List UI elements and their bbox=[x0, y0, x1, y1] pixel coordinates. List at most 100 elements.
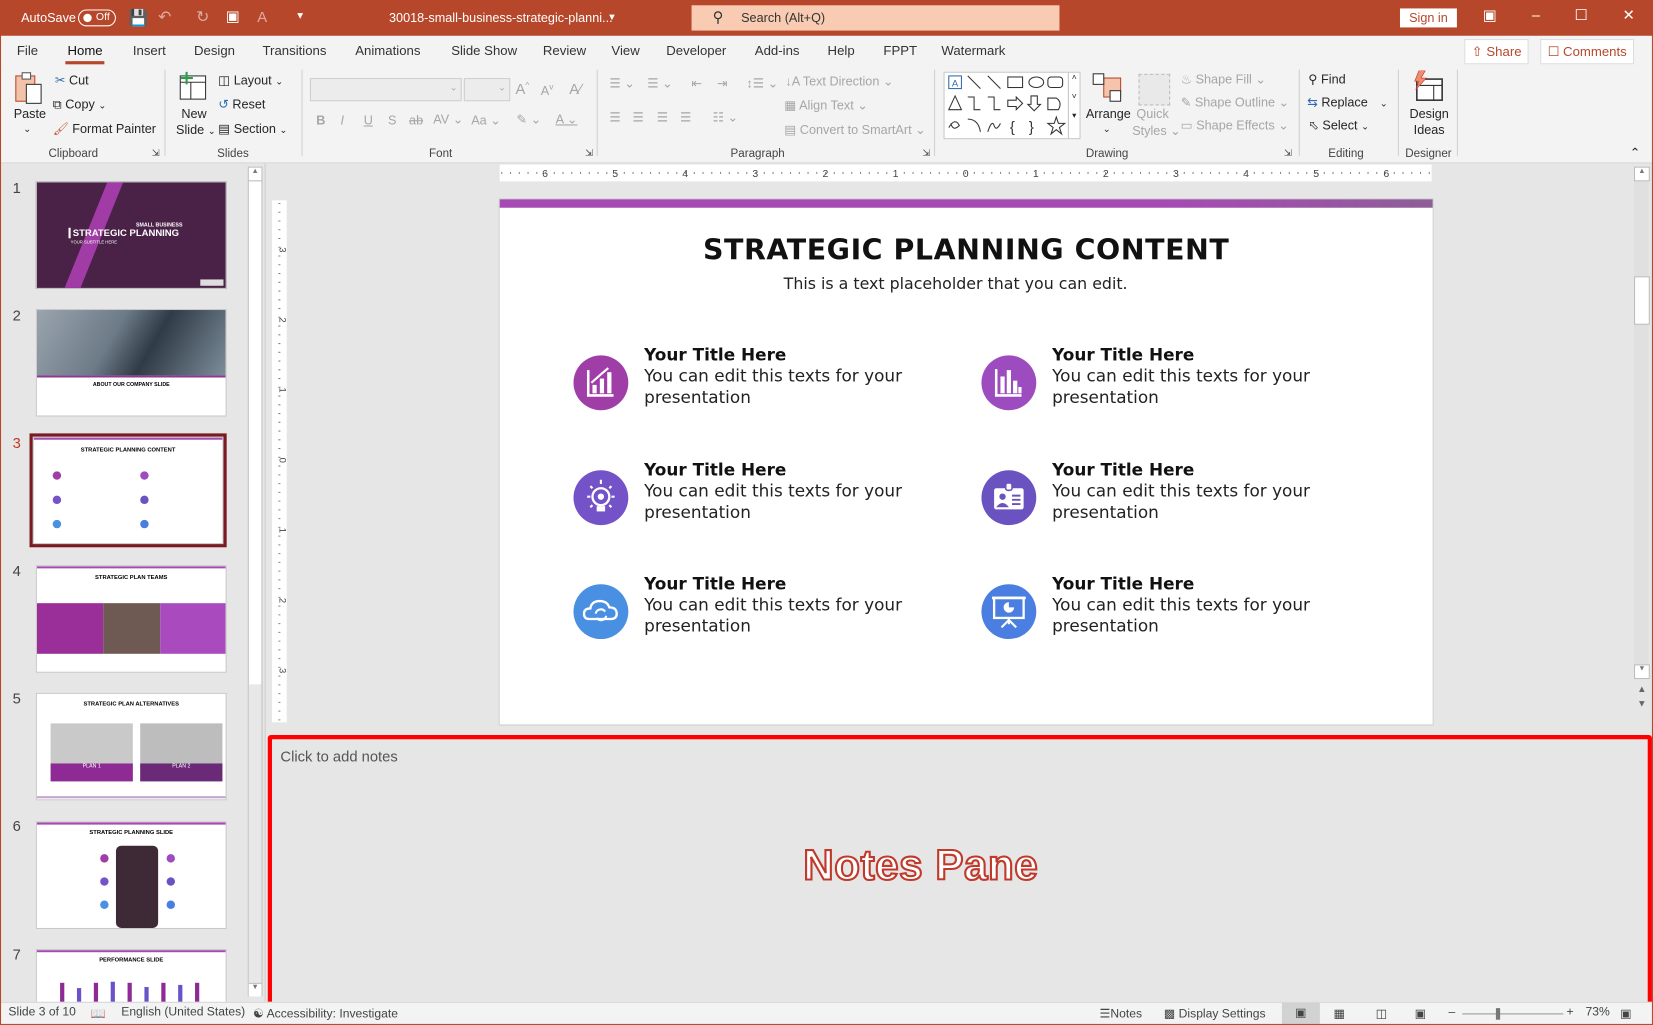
paste-icon[interactable] bbox=[13, 72, 45, 106]
copy-button[interactable]: ⧉ Copy ⌄ bbox=[53, 97, 107, 113]
content-item[interactable]: Your Title Here You can edit this texts … bbox=[573, 460, 931, 534]
save-icon[interactable]: 💾 bbox=[129, 8, 149, 27]
font-dialog-launcher-icon[interactable]: ⇲ bbox=[585, 148, 593, 160]
align-left-button[interactable]: ☰ bbox=[609, 110, 620, 125]
font-size-combo[interactable]: ⌄ bbox=[463, 78, 511, 102]
slide-thumbnail-2[interactable]: ABOUT OUR COMPANY SLIDE bbox=[35, 308, 227, 417]
paragraph-dialog-launcher-icon[interactable]: ⇲ bbox=[922, 148, 930, 160]
text-direction-button[interactable]: ↓A Text Direction ⌄ bbox=[785, 74, 893, 89]
tab-help[interactable]: Help bbox=[828, 43, 855, 58]
shape-fill-button[interactable]: ♨ Shape Fill ⌄ bbox=[1181, 72, 1266, 87]
notes-placeholder[interactable]: Click to add notes bbox=[280, 748, 397, 765]
slide-subtitle[interactable]: This is a text placeholder that you can … bbox=[500, 274, 1412, 293]
increase-indent-button[interactable]: ⇥ bbox=[717, 76, 728, 91]
format-painter-button[interactable]: 🖌 Format Painter bbox=[53, 121, 156, 136]
increase-font-size-button[interactable]: A^ bbox=[516, 80, 530, 97]
font-color-button[interactable]: A ⌄ bbox=[556, 112, 578, 127]
content-item[interactable]: Your Title Here You can edit this texts … bbox=[981, 460, 1339, 534]
text-shadow-button[interactable]: S bbox=[388, 113, 396, 128]
zoom-slider[interactable] bbox=[1462, 1008, 1564, 1020]
autosave-toggle[interactable]: Off bbox=[78, 9, 116, 27]
tab-watermark[interactable]: Watermark bbox=[941, 43, 1005, 58]
close-button[interactable]: ✕ bbox=[1613, 6, 1645, 27]
tab-design[interactable]: Design bbox=[194, 43, 235, 58]
replace-button[interactable]: ⇆ Replace ⌄ bbox=[1307, 95, 1387, 110]
change-case-button[interactable]: Aa ⌄ bbox=[471, 113, 501, 128]
paste-dropdown-icon[interactable]: ⌄ bbox=[23, 123, 31, 135]
slide-thumbnail-4[interactable]: STRATEGIC PLAN TEAMS bbox=[35, 565, 227, 673]
quick-styles-button[interactable]: Styles ⌄ bbox=[1132, 123, 1181, 138]
design-ideas-label-2[interactable]: Ideas bbox=[1414, 122, 1445, 137]
present-from-start-icon[interactable]: ▣ bbox=[226, 7, 240, 25]
previous-slide-icon[interactable]: ▲ bbox=[1637, 683, 1646, 694]
design-ideas-icon[interactable] bbox=[1411, 70, 1445, 106]
tab-view[interactable]: View bbox=[611, 43, 639, 58]
tab-add-ins[interactable]: Add-ins bbox=[755, 43, 800, 58]
shapes-gallery[interactable]: A {} bbox=[943, 71, 1069, 140]
cut-button[interactable]: ✂ Cut bbox=[55, 73, 89, 88]
reading-view-button[interactable]: ◫ bbox=[1376, 1006, 1387, 1021]
slide-thumbnail-7[interactable]: PERFORMANCE SLIDE bbox=[35, 949, 227, 1003]
bullets-button[interactable]: ☰ ⌄ bbox=[609, 76, 634, 91]
find-button[interactable]: ⚲ Find bbox=[1308, 72, 1345, 87]
select-button[interactable]: ⬁ Select ⌄ bbox=[1308, 118, 1369, 133]
align-right-button[interactable]: ☰ bbox=[657, 110, 668, 125]
character-spacing-button[interactable]: AV ⌄ bbox=[433, 112, 463, 127]
file-name[interactable]: 30018-small-business-strategic-planni... bbox=[389, 11, 613, 26]
new-slide-label-1[interactable]: New bbox=[181, 107, 206, 122]
slide-canvas[interactable]: STRATEGIC PLANNING CONTENT This is a tex… bbox=[498, 198, 1434, 726]
clear-formatting-icon[interactable]: A∕ bbox=[569, 80, 581, 97]
shape-outline-button[interactable]: ✎ Shape Outline ⌄ bbox=[1181, 95, 1289, 110]
tab-slide-show[interactable]: Slide Show bbox=[451, 43, 517, 58]
customize-qat-icon[interactable]: ▾ bbox=[297, 8, 303, 22]
design-ideas-label-1[interactable]: Design bbox=[1409, 107, 1448, 122]
zoom-slider-thumb[interactable] bbox=[1495, 1008, 1500, 1020]
search-box[interactable]: ⚲ Search (Alt+Q) bbox=[691, 5, 1060, 31]
new-slide-icon[interactable] bbox=[178, 71, 208, 105]
content-item[interactable]: Your Title Here You can edit this texts … bbox=[981, 345, 1339, 419]
line-spacing-button[interactable]: ↕☰ ⌄ bbox=[746, 76, 778, 91]
slide-thumbnail-5[interactable]: STRATEGIC PLAN ALTERNATIVES PLAN 1 PLAN … bbox=[35, 692, 227, 801]
reset-button[interactable]: ↺ Reset bbox=[218, 97, 265, 112]
scroll-track[interactable] bbox=[248, 684, 262, 996]
scroll-up-arrow-icon[interactable]: ▲ bbox=[248, 168, 262, 182]
arrange-dropdown-icon[interactable]: ⌄ bbox=[1103, 123, 1111, 135]
tab-insert[interactable]: Insert bbox=[133, 43, 166, 58]
tab-developer[interactable]: Developer bbox=[666, 43, 726, 58]
filename-dropdown-icon[interactable]: ▼ bbox=[607, 12, 616, 23]
tab-animations[interactable]: Animations bbox=[355, 43, 420, 58]
accessibility-button[interactable]: ☯ Accessibility: Investigate bbox=[253, 1006, 398, 1021]
quick-styles-icon[interactable] bbox=[1138, 73, 1171, 106]
tab-home[interactable]: Home bbox=[65, 43, 106, 65]
italic-button[interactable]: I bbox=[341, 113, 345, 128]
columns-button[interactable]: ☷ ⌄ bbox=[713, 110, 738, 125]
slide-thumbnail-6[interactable]: STRATEGIC PLANNING SLIDE bbox=[35, 821, 227, 930]
ribbon-display-options-icon[interactable]: ▣ bbox=[1474, 6, 1506, 27]
zoom-in-button[interactable]: + bbox=[1567, 1006, 1574, 1019]
scroll-thumb[interactable] bbox=[1634, 276, 1650, 325]
arrange-button[interactable]: Arrange bbox=[1086, 107, 1131, 122]
align-center-button[interactable]: ☰ bbox=[633, 110, 644, 125]
drawing-dialog-launcher-icon[interactable]: ⇲ bbox=[1284, 148, 1292, 160]
slide-vertical-scrollbar[interactable]: ▲ ▼ bbox=[1634, 166, 1650, 680]
tab-review[interactable]: Review bbox=[543, 43, 586, 58]
notes-toggle-button[interactable]: ☰Notes bbox=[1100, 1006, 1143, 1021]
pane-divider[interactable] bbox=[264, 163, 266, 1002]
new-slide-button[interactable]: Slide ⌄ bbox=[176, 122, 216, 137]
scroll-down-arrow-icon[interactable]: ▼ bbox=[248, 982, 262, 997]
spelling-check-icon[interactable]: 📖 bbox=[91, 1006, 106, 1021]
decrease-font-size-button[interactable]: Av bbox=[541, 82, 554, 98]
collapse-ribbon-icon[interactable]: ⌃ bbox=[1630, 146, 1641, 161]
align-text-button[interactable]: ▦ Align Text ⌄ bbox=[784, 98, 868, 113]
slide-thumbnail-3[interactable]: STRATEGIC PLANNING CONTENT bbox=[29, 433, 227, 548]
convert-to-smartart-button[interactable]: ▤ Convert to SmartArt ⌄ bbox=[784, 122, 925, 137]
quick-styles-label-1[interactable]: Quick bbox=[1136, 107, 1168, 122]
font-name-combo[interactable]: ⌄ bbox=[309, 78, 462, 102]
normal-view-button[interactable]: ▣ bbox=[1281, 1002, 1320, 1025]
content-item[interactable]: Your Title Here You can edit this texts … bbox=[573, 574, 931, 648]
language-indicator[interactable]: English (United States) bbox=[121, 1006, 245, 1019]
clipboard-dialog-launcher-icon[interactable]: ⇲ bbox=[152, 148, 160, 160]
content-item[interactable]: Your Title Here You can edit this texts … bbox=[573, 345, 931, 419]
scroll-up-arrow-icon[interactable]: ▲ bbox=[1634, 166, 1650, 182]
section-button[interactable]: ▤ Section ⌄ bbox=[218, 121, 287, 136]
